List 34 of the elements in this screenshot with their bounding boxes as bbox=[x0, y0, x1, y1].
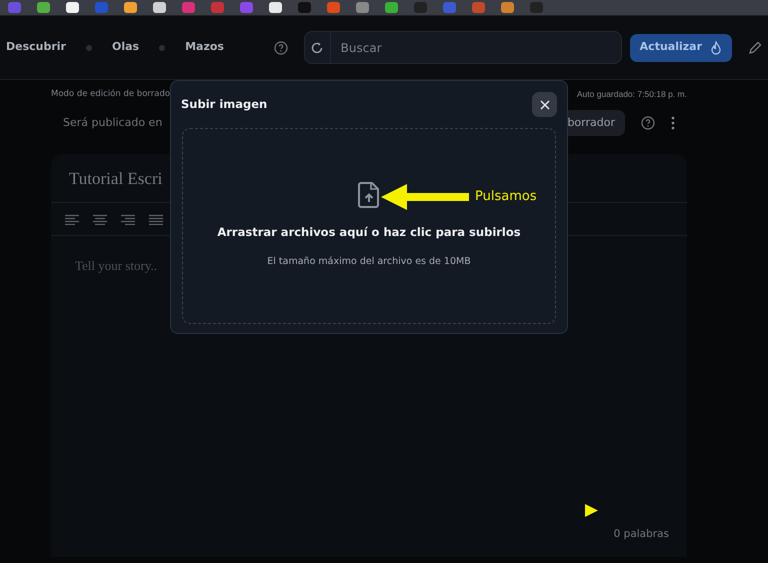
size-limit-hint: El tamaño máximo del archivo es de 10MB bbox=[267, 255, 471, 270]
file-upload-icon[interactable] bbox=[358, 182, 380, 208]
annotation-text: Pulsamos bbox=[475, 188, 537, 206]
favicon-icon[interactable] bbox=[153, 2, 166, 13]
arrow-icon bbox=[381, 184, 471, 210]
autosave-text: Auto guardado: 7:50:18 p. m. bbox=[576, 88, 687, 101]
triangle-marker-icon bbox=[585, 504, 598, 517]
help-icon[interactable] bbox=[641, 116, 655, 130]
favicon-icon[interactable] bbox=[66, 2, 79, 13]
word-count: 0 palabras bbox=[614, 527, 669, 542]
close-button[interactable] bbox=[532, 92, 557, 117]
text-align-icon[interactable] bbox=[93, 214, 107, 224]
favicon-icon[interactable] bbox=[124, 2, 137, 13]
text-align-icon[interactable] bbox=[65, 214, 79, 224]
favicon-icon[interactable] bbox=[269, 2, 282, 13]
drop-instructions: Arrastrar archivos aquí o haz clic para subirlos bbox=[217, 224, 521, 241]
pencil-icon[interactable] bbox=[748, 40, 762, 54]
favicon-icon[interactable] bbox=[37, 2, 50, 13]
help-icon[interactable] bbox=[274, 40, 288, 54]
more-icon[interactable] bbox=[671, 116, 675, 130]
flame-icon bbox=[710, 40, 722, 54]
dialog-title: Subir imagen bbox=[181, 96, 268, 113]
favicon-icon[interactable] bbox=[385, 2, 398, 13]
text-align-icon[interactable] bbox=[121, 214, 135, 224]
refresh-icon bbox=[310, 40, 324, 54]
update-button[interactable]: Actualizar bbox=[630, 34, 732, 62]
nav-link[interactable]: Olas bbox=[112, 39, 140, 56]
close-icon bbox=[540, 100, 550, 110]
text-align-icon[interactable] bbox=[149, 214, 163, 224]
edit-mode-text: Modo de edición de borrado bbox=[51, 88, 170, 101]
publish-label: Será publicado en bbox=[63, 114, 162, 131]
nav-link[interactable]: Mazos bbox=[185, 39, 224, 56]
nav-link[interactable]: Descubrir bbox=[6, 39, 66, 56]
post-title[interactable]: Tutorial Escri bbox=[69, 169, 162, 188]
